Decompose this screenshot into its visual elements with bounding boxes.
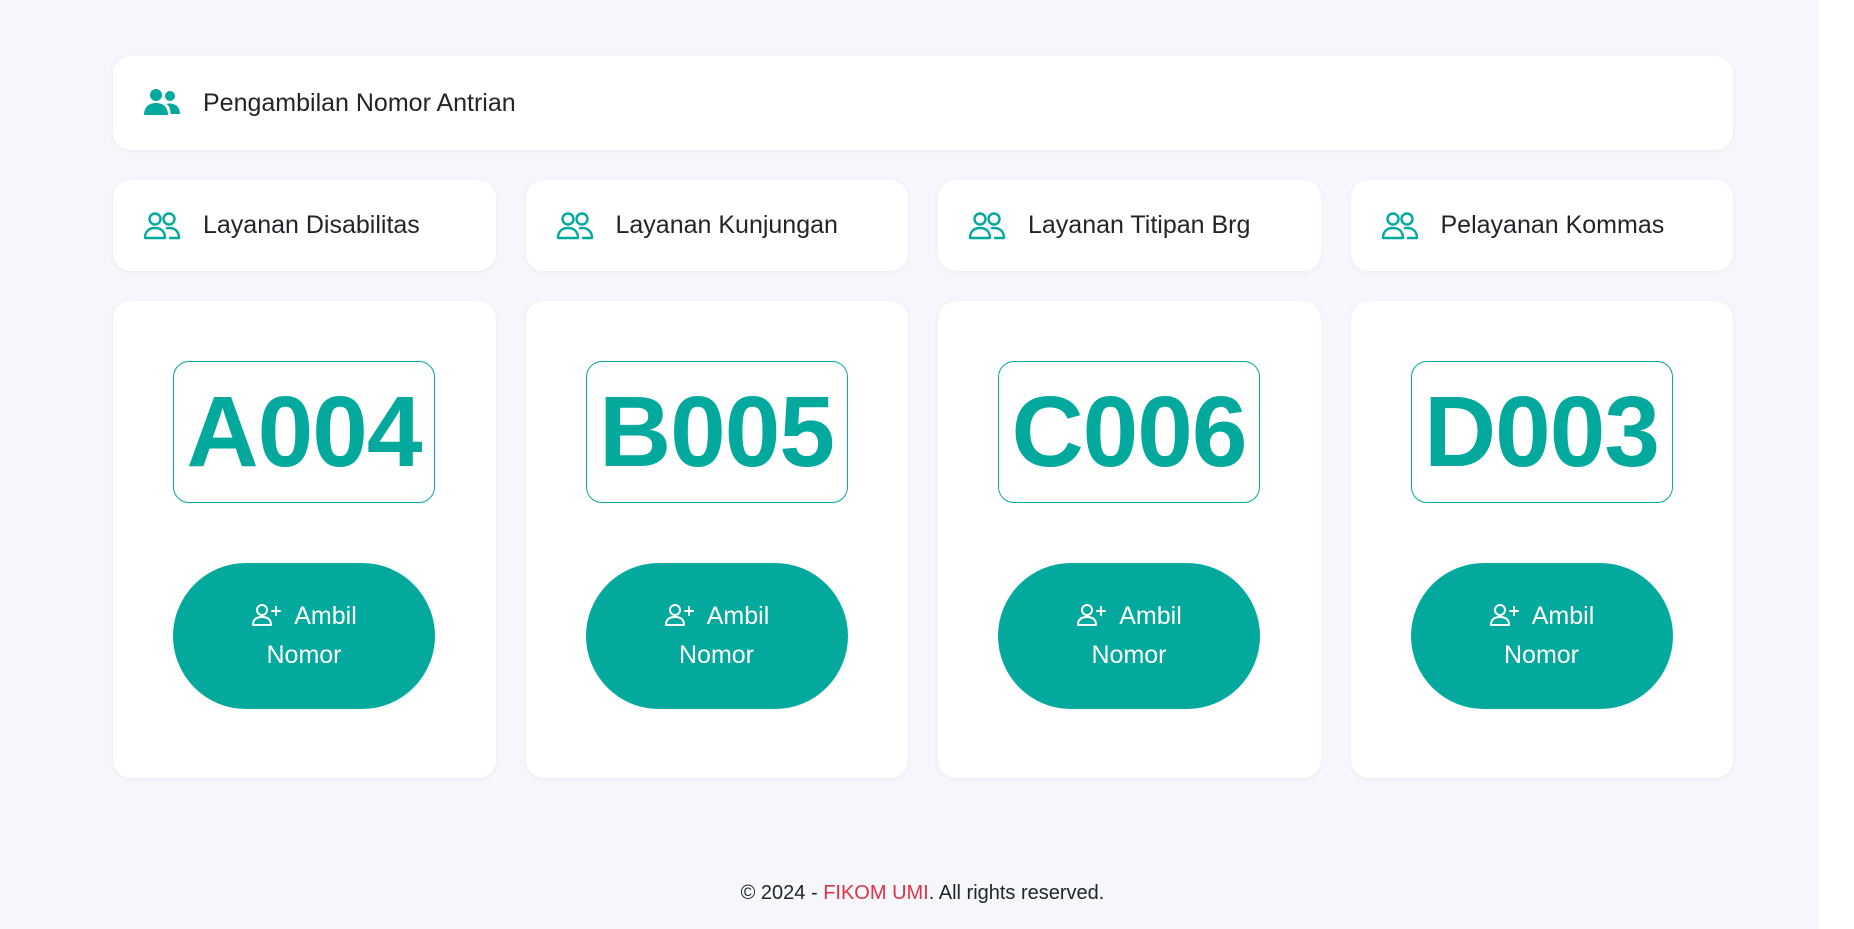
queue-number-box: D003: [1410, 361, 1673, 503]
queue-number-box: C006: [998, 361, 1260, 503]
queue-list: A004 Ambil Nomor B005 Ambil Nomor C006 A…: [113, 301, 1733, 778]
user-plus-icon: [664, 604, 694, 626]
service-card-kunjungan: Layanan Kunjungan: [525, 180, 908, 271]
queue-number-box: A004: [173, 361, 435, 503]
service-list: Layanan Disabilitas Layanan Kunjungan La…: [113, 180, 1733, 271]
take-number-button[interactable]: Ambil Nomor: [585, 563, 848, 709]
service-label: Layanan Kunjungan: [615, 211, 838, 239]
take-number-label-line1: Ambil: [294, 602, 357, 630]
queue-number: A004: [186, 376, 422, 488]
service-label: Layanan Disabilitas: [203, 211, 420, 239]
service-label: Layanan Titipan Brg: [1028, 211, 1251, 239]
user-plus-icon: [252, 604, 282, 626]
users-outline-icon: [143, 211, 181, 241]
service-label: Pelayanan Kommas: [1440, 211, 1665, 239]
queue-card-b: B005 Ambil Nomor: [525, 301, 908, 778]
take-number-button[interactable]: Ambil Nomor: [1410, 563, 1673, 709]
users-outline-icon: [1381, 211, 1419, 241]
page-header-card: Pengambilan Nomor Antrian: [113, 56, 1733, 150]
queue-number: C006: [1011, 376, 1247, 488]
users-outline-icon: [556, 211, 594, 241]
take-number-label-line2: Nomor: [678, 641, 754, 669]
service-card-titipan: Layanan Titipan Brg: [938, 180, 1321, 271]
take-number-button[interactable]: Ambil Nomor: [998, 563, 1260, 709]
take-number-label-line1: Ambil: [1531, 602, 1595, 630]
take-number-label-line1: Ambil: [1119, 602, 1182, 630]
page-title: Pengambilan Nomor Antrian: [203, 88, 516, 117]
main-container: Pengambilan Nomor Antrian Layanan Disabi…: [113, 56, 1733, 778]
queue-card-a: A004 Ambil Nomor: [113, 301, 496, 778]
queue-number: D003: [1423, 376, 1660, 488]
service-card-kommas: Pelayanan Kommas: [1350, 180, 1733, 271]
service-card-disabilitas: Layanan Disabilitas: [113, 180, 496, 271]
users-solid-icon: [143, 88, 181, 118]
take-number-label-line2: Nomor: [1091, 641, 1167, 669]
footer-copyright: © 2024 -: [740, 882, 824, 904]
queue-card-d: D003 Ambil Nomor: [1350, 301, 1733, 778]
queue-number-box: B005: [585, 361, 848, 503]
queue-card-c: C006 Ambil Nomor: [938, 301, 1321, 778]
footer-brand-link[interactable]: FIKOM UMI: [823, 882, 929, 904]
user-plus-icon: [1489, 604, 1519, 626]
take-number-label-line2: Nomor: [266, 641, 342, 669]
user-plus-icon: [1077, 604, 1107, 626]
footer-rights: . All rights reserved.: [928, 882, 1105, 904]
users-outline-icon: [968, 211, 1006, 241]
take-number-label-line1: Ambil: [706, 602, 770, 630]
scrollbar[interactable]: [1818, 0, 1854, 929]
queue-number: B005: [598, 376, 835, 488]
footer: © 2024 - FIKOM UMI. All rights reserved.: [0, 882, 1845, 905]
take-number-button[interactable]: Ambil Nomor: [173, 563, 435, 709]
take-number-label-line2: Nomor: [1503, 641, 1579, 669]
page-background: Pengambilan Nomor Antrian Layanan Disabi…: [0, 0, 1818, 929]
